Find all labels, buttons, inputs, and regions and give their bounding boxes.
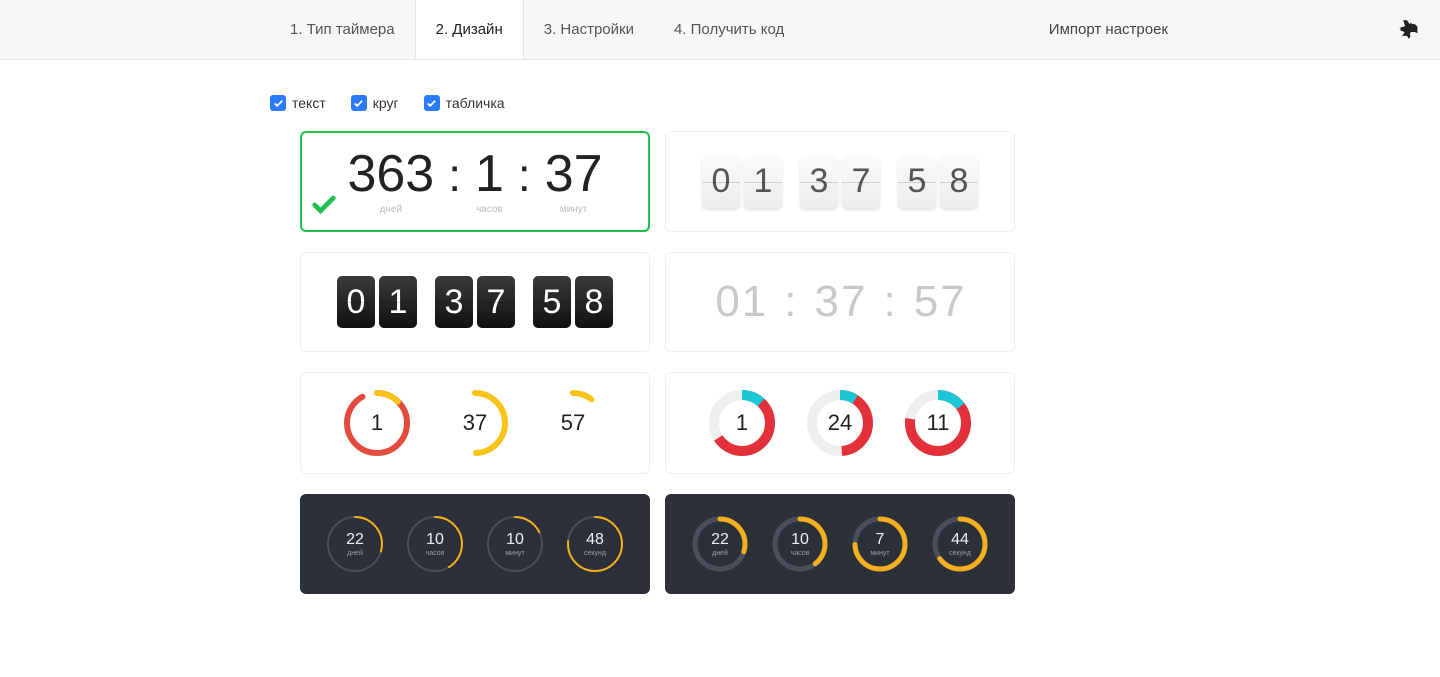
digit: 0: [715, 277, 739, 327]
label: дней: [712, 550, 728, 557]
digit: 7: [477, 276, 515, 328]
style-light-text-card[interactable]: 01 : 37 : 57: [665, 252, 1015, 352]
tab-get-code[interactable]: 4. Получить код: [654, 0, 804, 59]
label: секунд: [584, 550, 606, 557]
topbar: 1. Тип таймера 2. Дизайн 3. Настройки 4.…: [0, 0, 1440, 60]
dark-circle-unit: 10часов: [404, 513, 466, 575]
checkbox-icon: [351, 95, 367, 111]
circles-timer: 1 37 57: [342, 388, 608, 458]
circle-value: 37: [463, 410, 487, 436]
flip-timer: 01 37 58: [702, 156, 978, 208]
circle-value: 1: [736, 410, 748, 436]
hours-label: часов: [476, 204, 503, 215]
value: 22: [346, 531, 364, 549]
style-flip-light-card[interactable]: 01 37 58: [665, 131, 1015, 232]
tab-bar: 1. Тип таймера 2. Дизайн 3. Настройки 4.…: [270, 0, 804, 59]
label: дней: [347, 550, 363, 557]
hours-value: 1: [475, 148, 504, 200]
import-settings-link[interactable]: Импорт настроек: [1049, 0, 1398, 59]
digit: 1: [742, 277, 766, 327]
filters: текст круг табличка: [0, 60, 1440, 131]
checkbox-icon: [424, 95, 440, 111]
text-timer: 363дней : 1часов : 37минут: [347, 148, 602, 215]
pin-icon[interactable]: [1398, 0, 1420, 59]
digit: 5: [533, 276, 571, 328]
days-value: 363: [347, 148, 434, 200]
checkbox-icon: [270, 95, 286, 111]
circle-unit: 24: [805, 388, 875, 458]
filter-label: круг: [373, 95, 399, 111]
style-dark-a-card[interactable]: 22дней 10часов 10минут 48секунд: [300, 494, 650, 594]
style-grid: 363дней : 1часов : 37минут 01 37 58 01 3…: [300, 131, 1440, 594]
filter-text[interactable]: текст: [270, 95, 326, 111]
circle-unit: 1: [707, 388, 777, 458]
value: 44: [951, 531, 969, 549]
label: часов: [791, 550, 810, 557]
dark-circle-unit: 10минут: [484, 513, 546, 575]
style-circles-b-card[interactable]: 1 24 11: [665, 372, 1015, 474]
circle-value: 11: [927, 410, 950, 436]
circle-unit: 11: [903, 388, 973, 458]
circle-value: 24: [828, 410, 852, 436]
dark-circle-unit: 44секунд: [929, 513, 991, 575]
digit: 8: [940, 156, 978, 208]
style-circles-a-card[interactable]: 1 37 57: [300, 372, 650, 474]
digit: 8: [575, 276, 613, 328]
value: 10: [506, 531, 524, 549]
style-flip-dark-card[interactable]: 01 37 58: [300, 252, 650, 352]
digit: 0: [702, 156, 740, 208]
circle-value: 57: [561, 410, 585, 436]
mins-value: 37: [545, 148, 603, 200]
digit: 1: [744, 156, 782, 208]
circles-timer: 1 24 11: [707, 388, 973, 458]
tab-design[interactable]: 2. Дизайн: [415, 0, 524, 59]
filter-label: табличка: [446, 95, 505, 111]
check-icon: [310, 191, 338, 226]
label: часов: [426, 550, 445, 557]
circle-value: 1: [371, 410, 383, 436]
label: минут: [505, 550, 524, 557]
filter-tablet[interactable]: табличка: [424, 95, 505, 111]
digit: 3: [815, 277, 839, 327]
light-text-timer: 01 : 37 : 57: [715, 277, 964, 327]
value: 10: [426, 531, 444, 549]
tab-timer-type[interactable]: 1. Тип таймера: [270, 0, 415, 59]
value: 22: [711, 531, 729, 549]
digit: 5: [914, 277, 938, 327]
dark-circle-unit: 22дней: [689, 513, 751, 575]
filter-circle[interactable]: круг: [351, 95, 399, 111]
circle-unit: 37: [440, 388, 510, 458]
digit: 7: [842, 156, 880, 208]
dark-circles-timer: 22дней 10часов 7минут 44секунд: [689, 513, 991, 575]
value: 7: [876, 531, 885, 549]
digit: 7: [841, 277, 865, 327]
circle-unit: 57: [538, 388, 608, 458]
filter-label: текст: [292, 95, 326, 111]
dark-circle-unit: 22дней: [324, 513, 386, 575]
digit: 3: [800, 156, 838, 208]
digit: 7: [940, 277, 964, 327]
mins-label: минут: [560, 204, 588, 215]
days-label: дней: [380, 204, 403, 215]
circle-unit: 1: [342, 388, 412, 458]
digit: 1: [379, 276, 417, 328]
digit: 3: [435, 276, 473, 328]
value: 48: [586, 531, 604, 549]
tab-settings[interactable]: 3. Настройки: [524, 0, 654, 59]
dark-circle-unit: 7минут: [849, 513, 911, 575]
label: минут: [870, 550, 889, 557]
value: 10: [791, 531, 809, 549]
digit: 5: [898, 156, 936, 208]
label: секунд: [949, 550, 971, 557]
digit: 0: [337, 276, 375, 328]
flip-timer: 01 37 58: [337, 276, 613, 328]
dark-circle-unit: 10часов: [769, 513, 831, 575]
style-text-card[interactable]: 363дней : 1часов : 37минут: [300, 131, 650, 232]
dark-circles-timer: 22дней 10часов 10минут 48секунд: [324, 513, 626, 575]
style-dark-b-card[interactable]: 22дней 10часов 7минут 44секунд: [665, 494, 1015, 594]
dark-circle-unit: 48секунд: [564, 513, 626, 575]
